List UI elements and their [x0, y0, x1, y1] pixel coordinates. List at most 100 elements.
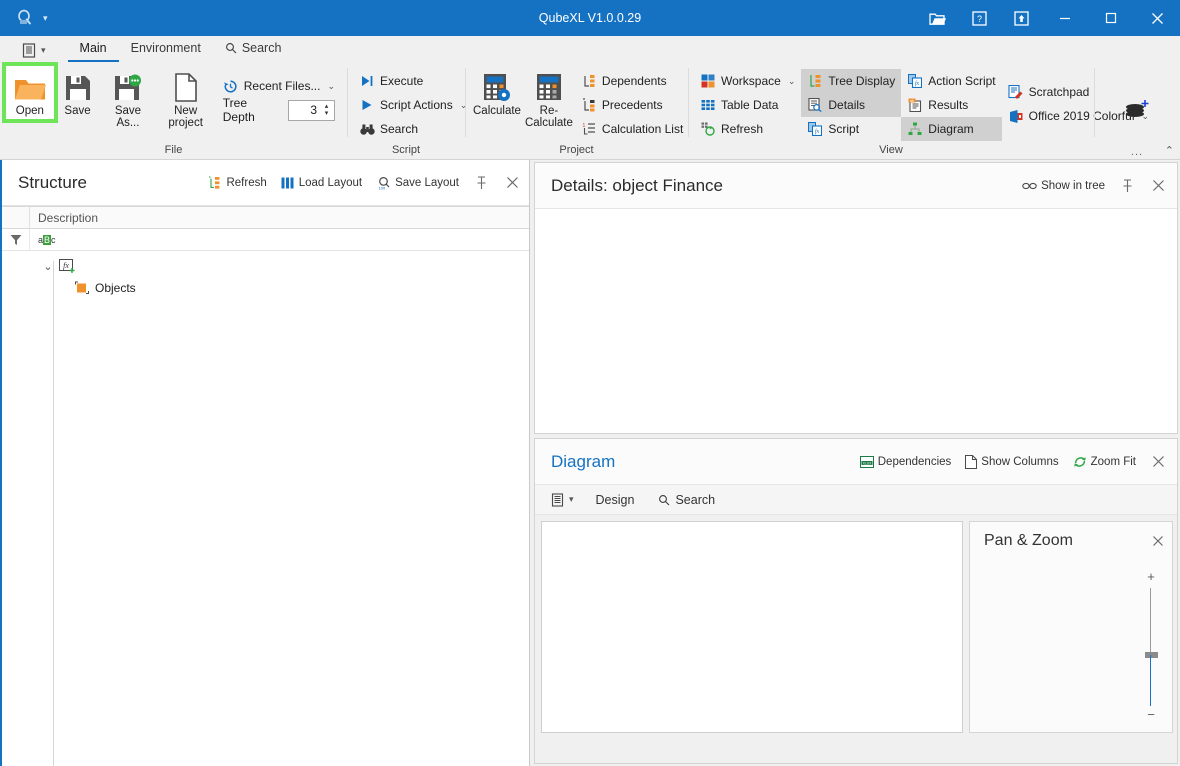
- results-button[interactable]: ab Results: [901, 93, 1001, 117]
- dependencies-button[interactable]: XLSX Dependencies: [860, 456, 952, 468]
- structure-close-icon[interactable]: [504, 174, 521, 191]
- diagram-button[interactable]: Diagram: [901, 117, 1001, 141]
- ribbon-group-project: Calculate: [465, 62, 688, 159]
- chevron-down-icon[interactable]: ▾: [40, 14, 51, 23]
- tab-environment[interactable]: Environment: [119, 39, 213, 62]
- action-script-button[interactable]: fx Action Script: [901, 69, 1001, 93]
- stepper-down-icon[interactable]: ▾: [325, 110, 329, 117]
- zoom-slider-thumb[interactable]: [1145, 652, 1158, 658]
- tab-main-label: Main: [80, 41, 107, 55]
- tree-row-root[interactable]: ⌄ fx: [2, 255, 529, 277]
- diagram-design-tab[interactable]: Design: [584, 490, 647, 510]
- structure-refresh-button[interactable]: Refresh: [208, 176, 266, 190]
- save-layout-button[interactable]: 100 Save Layout: [376, 176, 459, 190]
- help-icon[interactable]: ?: [958, 0, 1000, 36]
- execute-play-icon: [359, 73, 375, 89]
- details-close-icon[interactable]: [1150, 177, 1167, 194]
- minimize-button[interactable]: [1042, 0, 1088, 36]
- workspace-button[interactable]: Workspace ⌄: [694, 69, 801, 93]
- history-clock-icon: [223, 78, 239, 94]
- diagram-canvas[interactable]: [541, 521, 963, 733]
- maximize-button[interactable]: [1088, 0, 1134, 36]
- tree-display-button[interactable]: Tree Display: [801, 69, 901, 93]
- save-button[interactable]: Save: [54, 66, 102, 119]
- execute-button[interactable]: Execute: [353, 69, 473, 93]
- pin-icon[interactable]: [473, 174, 490, 192]
- details-pin-icon[interactable]: [1119, 177, 1136, 195]
- right-pane: Details: object Finance Show in tree: [530, 160, 1180, 766]
- document-menu-icon: [551, 493, 565, 507]
- zoom-out-button[interactable]: −: [1147, 710, 1155, 722]
- filter-funnel-icon[interactable]: [2, 229, 30, 250]
- tree-row-objects[interactable]: Objects: [2, 277, 529, 299]
- zoom-slider[interactable]: + −: [1144, 572, 1158, 722]
- table-data-button[interactable]: Table Data: [694, 93, 801, 117]
- save-as-button-label: Save As...: [103, 105, 152, 129]
- new-project-button-label: New project: [157, 105, 215, 129]
- details-panel-header: Details: object Finance Show in tree: [535, 163, 1177, 209]
- zoom-slider-track[interactable]: [1144, 588, 1158, 706]
- chevron-up-icon[interactable]: ⌃: [1165, 144, 1174, 157]
- group-label-script: Script: [347, 141, 465, 159]
- diagram-toolbar: ▾ Design Search: [535, 485, 1177, 515]
- re-calculate-button[interactable]: Re-Calculate: [523, 66, 575, 131]
- diagram-design-label: Design: [596, 493, 635, 507]
- script-view-button[interactable]: fx Script: [801, 117, 901, 141]
- save-layout-icon: 100: [376, 176, 391, 190]
- tab-main[interactable]: Main: [68, 39, 119, 62]
- open-button[interactable]: Open: [6, 66, 54, 119]
- show-in-tree-label: Show in tree: [1041, 180, 1105, 192]
- stepper-up-icon[interactable]: ▴: [325, 103, 329, 110]
- structure-panel-header: Structure Refresh: [2, 160, 529, 206]
- script-search-button[interactable]: Search: [353, 117, 473, 141]
- details-button[interactable]: Details: [801, 93, 901, 117]
- zoom-fit-button[interactable]: Zoom Fit: [1073, 455, 1136, 469]
- structure-panel: Structure Refresh: [2, 160, 530, 766]
- pan-zoom-thumbnail[interactable]: + −: [970, 560, 1172, 732]
- xlsx-sheet-icon: XLSX: [860, 456, 874, 468]
- pan-zoom-close-icon[interactable]: [1152, 535, 1164, 547]
- diagram-tools: XLSX Dependencies: [860, 453, 1167, 470]
- precedents-label: Precedents: [602, 98, 663, 112]
- dependents-button[interactable]: Dependents: [575, 69, 689, 93]
- new-project-button[interactable]: New project: [155, 66, 217, 131]
- load-layout-button[interactable]: Load Layout: [281, 177, 362, 189]
- calculation-list-button[interactable]: 1 Calculation List: [575, 117, 689, 141]
- view-refresh-button[interactable]: Refresh: [694, 117, 801, 141]
- script-actions-button[interactable]: Script Actions ⌄: [353, 93, 473, 117]
- title-bar: ▾ QubeXL V1.0.0.29 ?: [0, 0, 1180, 36]
- tree-depth-stepper[interactable]: 3 ▴ ▾: [288, 100, 335, 121]
- action-script-label: Action Script: [928, 74, 995, 88]
- recent-files-button[interactable]: Recent Files... ⌄: [217, 74, 341, 98]
- calculate-button[interactable]: Calculate: [471, 66, 523, 119]
- chevron-down-icon: ⌄: [788, 76, 796, 87]
- office-theme-icon: [1008, 108, 1024, 124]
- tab-search[interactable]: Search: [213, 39, 294, 62]
- ribbon-overflow-dots[interactable]: ...: [1131, 146, 1143, 158]
- filter-input-cell[interactable]: aBc: [30, 235, 56, 245]
- app-logo-icon[interactable]: [16, 9, 34, 27]
- precedents-button[interactable]: Precedents: [575, 93, 689, 117]
- save-as-button[interactable]: Save As...: [101, 66, 154, 131]
- show-columns-button[interactable]: Show Columns: [965, 455, 1058, 469]
- close-button[interactable]: [1134, 0, 1180, 36]
- diagram-close-icon[interactable]: [1150, 453, 1167, 470]
- stack-add-button[interactable]: [1117, 85, 1157, 123]
- show-in-tree-button[interactable]: Show in tree: [1022, 180, 1105, 192]
- results-label: Results: [928, 98, 968, 112]
- title-bar-buttons: ?: [916, 0, 1180, 36]
- new-document-icon: [174, 70, 198, 102]
- document-menu-icon[interactable]: ▾: [18, 41, 54, 62]
- ribbon-groups: Open Save: [0, 62, 1180, 159]
- diagram-search-tab[interactable]: Search: [646, 490, 727, 510]
- diagram-menu-button[interactable]: ▾: [549, 491, 584, 509]
- open-file-icon[interactable]: [916, 0, 958, 36]
- fx-plus-icon: fx: [59, 258, 77, 274]
- pan-zoom-title: Pan & Zoom: [984, 532, 1073, 550]
- stepper-arrows[interactable]: ▴ ▾: [321, 103, 334, 117]
- zoom-in-button[interactable]: +: [1147, 572, 1155, 584]
- restore-up-icon[interactable]: [1000, 0, 1042, 36]
- details-label: Details: [828, 98, 865, 112]
- tree-connector-line: [53, 261, 54, 766]
- column-header-description[interactable]: Description: [30, 211, 98, 225]
